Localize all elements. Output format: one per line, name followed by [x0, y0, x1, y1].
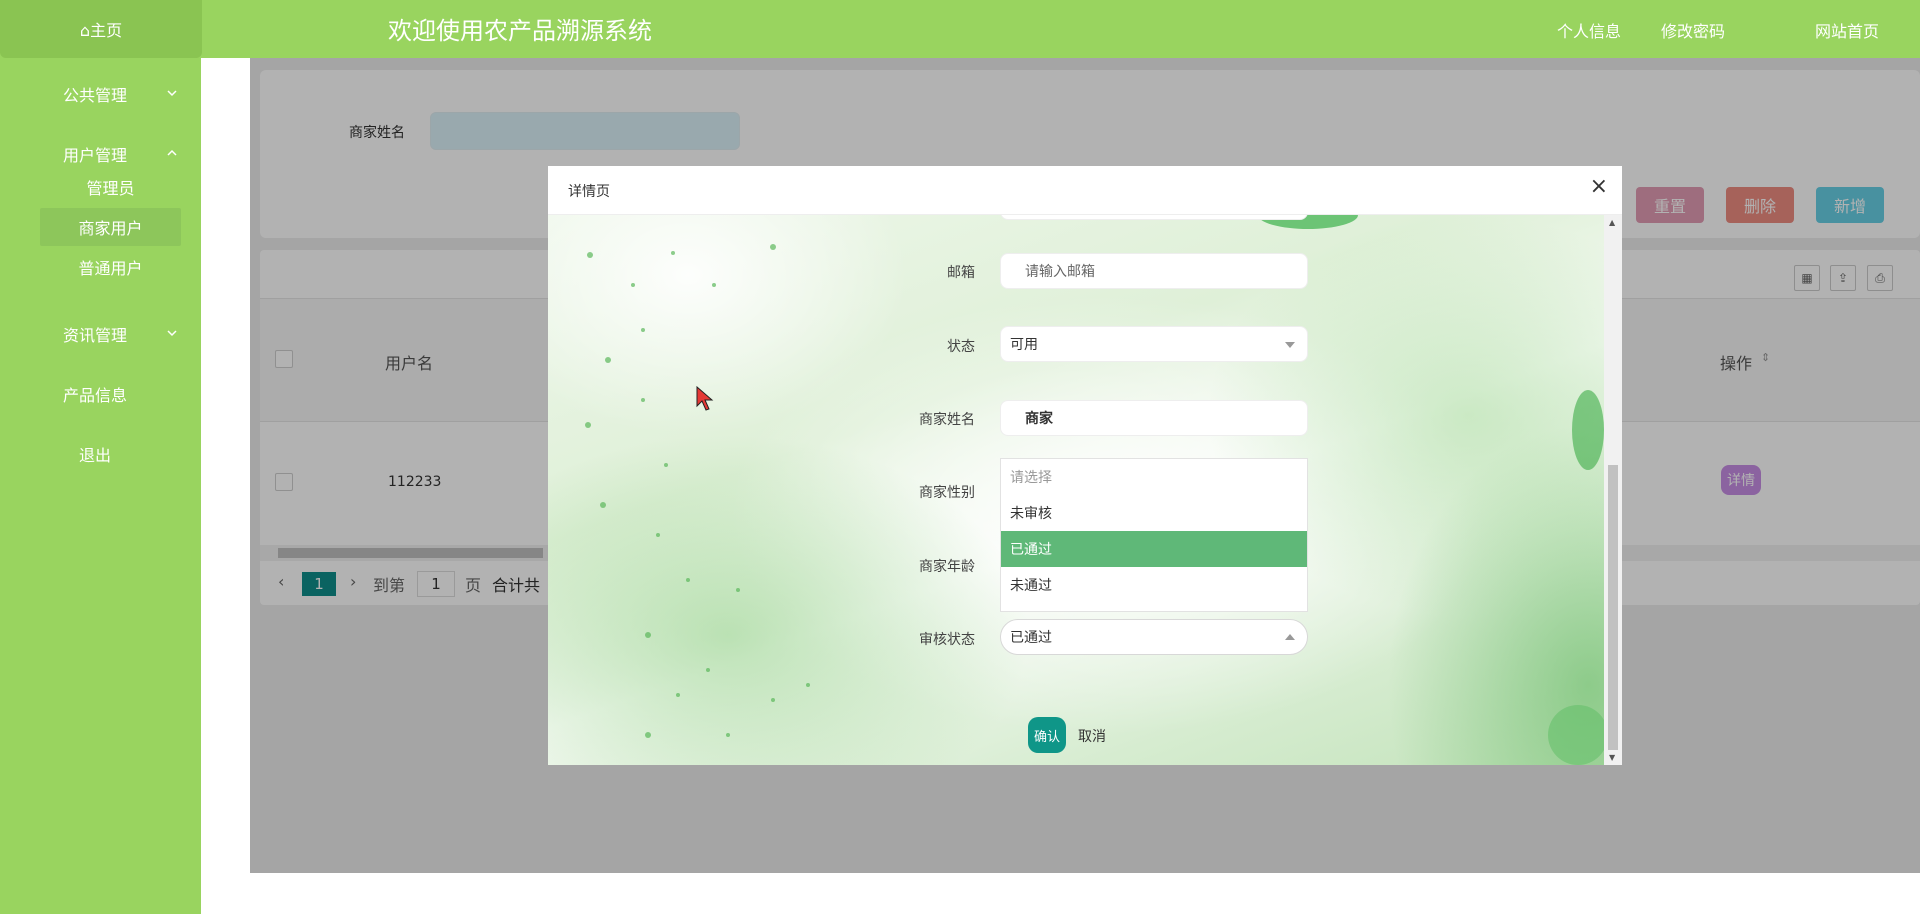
audit-status-value: 已通过 [1010, 630, 1052, 646]
email-input[interactable]: 请输入邮箱 [1000, 253, 1308, 289]
menu-label: 产品信息 [63, 386, 128, 405]
status-select[interactable]: 可用 [1000, 326, 1308, 362]
scrollbar-thumb[interactable] [1608, 465, 1618, 750]
caret-up-icon [1285, 634, 1295, 640]
merchant-age-label: 商家年龄 [919, 559, 975, 575]
system-title: 欢迎使用农产品溯源系统 [388, 17, 652, 45]
chevron-down-icon [166, 84, 178, 103]
change-password-link[interactable]: 修改密码 [1661, 18, 1725, 42]
top-header [0, 0, 1920, 58]
modal-header: 详情页 × [548, 166, 1622, 215]
merchant-name-input[interactable]: 商家 [1000, 400, 1308, 436]
dropdown-option-selected[interactable]: 已通过 [1001, 531, 1307, 567]
menu-label: 资讯管理 [63, 326, 128, 345]
sidebar-item-admin[interactable]: 管理员 [40, 168, 181, 206]
menu-label: 退出 [79, 446, 112, 465]
merchant-name-label: 商家姓名 [919, 412, 975, 428]
dropdown-option[interactable]: 请选择 [1001, 459, 1307, 495]
modal-title: 详情页 [568, 184, 610, 200]
sidebar-item-merchant-users[interactable]: 商家用户 [40, 208, 181, 246]
menu-label: 用户管理 [63, 146, 128, 165]
email-label: 邮箱 [947, 265, 975, 281]
audit-status-label: 审核状态 [919, 632, 975, 648]
audit-status-select[interactable]: 已通过 [1000, 619, 1308, 655]
close-icon[interactable]: × [1590, 176, 1608, 198]
mouse-cursor-icon [696, 385, 714, 416]
cancel-button[interactable]: 取消 [1078, 726, 1106, 746]
home-tab[interactable]: ⌂主页 [0, 0, 202, 58]
dropdown-option[interactable]: 未通过 [1001, 567, 1307, 603]
menu-label: 公共管理 [63, 86, 128, 105]
merchant-gender-label: 商家性别 [919, 485, 975, 501]
chevron-down-icon [166, 324, 178, 343]
vertical-scrollbar[interactable]: ▲ ▼ [1604, 215, 1622, 765]
dropdown-option[interactable]: 未审核 [1001, 495, 1307, 531]
site-home-link[interactable]: 网站首页 [1815, 18, 1879, 42]
status-value: 可用 [1010, 337, 1038, 353]
confirm-button[interactable]: 确认 [1028, 717, 1066, 753]
chevron-up-icon [166, 144, 178, 163]
status-label: 状态 [947, 339, 975, 355]
scroll-down-icon[interactable]: ▼ [1609, 753, 1615, 762]
profile-link[interactable]: 个人信息 [1557, 18, 1621, 42]
previous-field-input[interactable] [1000, 215, 1308, 220]
scroll-up-icon[interactable]: ▲ [1609, 218, 1615, 227]
sidebar-item-normal-users[interactable]: 普通用户 [40, 248, 181, 286]
caret-down-icon [1285, 342, 1295, 348]
audit-status-dropdown: 请选择 未审核 已通过 未通过 [1000, 458, 1308, 612]
